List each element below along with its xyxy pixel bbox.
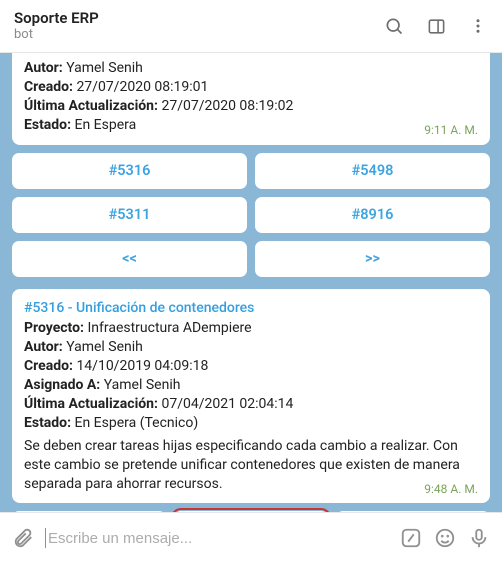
next-page-button[interactable]: >>: [255, 241, 490, 277]
quicklink-row: #5316 #5498 #5311 #8916: [12, 153, 490, 233]
chat-area: Autor: Yamel Senih Creado: 27/07/2020 08…: [0, 53, 502, 512]
message-time: 9:11 A. M.: [424, 122, 478, 138]
attach-icon[interactable]: [12, 527, 34, 549]
field-value: En Espera (Tecnico): [75, 415, 199, 431]
message-composer: [0, 512, 502, 563]
field-value: 07/04/2021 02:04:14: [161, 396, 293, 412]
message-card: Autor: Yamel Senih Creado: 27/07/2020 08…: [12, 53, 490, 145]
chat-title: Soporte ERP: [14, 9, 384, 27]
chat-title-block[interactable]: Soporte ERP bot: [14, 9, 384, 43]
field-value: En Espera: [75, 117, 137, 133]
field-label: Autor:: [24, 60, 63, 76]
field-value: Yamel Senih: [66, 339, 143, 355]
issue-link-button[interactable]: #5316: [12, 153, 247, 189]
issue-link-button[interactable]: #5498: [255, 153, 490, 189]
message-input[interactable]: [46, 529, 388, 548]
field-label: Autor:: [24, 339, 63, 355]
search-icon[interactable]: [384, 16, 404, 36]
message-card: #5316 - Unificación de contenedores Proy…: [12, 289, 490, 504]
bot-command-icon[interactable]: [400, 527, 422, 549]
field-value: 27/07/2020 08:19:01: [76, 79, 208, 95]
issue-description: Se deben crear tareas hijas especificand…: [24, 437, 478, 494]
field-value: Yamel Senih: [66, 60, 143, 76]
field-label: Creado:: [24, 358, 73, 374]
field-value: 27/07/2020 08:19:02: [161, 98, 293, 114]
prev-page-button[interactable]: <<: [12, 241, 247, 277]
sidebar-toggle-icon[interactable]: [426, 16, 446, 36]
emoji-icon[interactable]: [434, 527, 456, 549]
field-value: 14/10/2019 04:09:18: [76, 358, 208, 374]
field-value: Yamel Senih: [104, 377, 181, 393]
app-header: Soporte ERP bot: [0, 0, 502, 53]
field-label: Estado:: [24, 415, 71, 431]
issue-link-button[interactable]: #5311: [12, 197, 247, 233]
issue-link-button[interactable]: #8916: [255, 197, 490, 233]
message-time: 9:48 A. M.: [424, 481, 478, 497]
field-label: Estado:: [24, 117, 71, 133]
field-label: Última Actualización:: [24, 98, 158, 114]
issue-title-link[interactable]: #5316 - Unificación de contenedores: [24, 299, 478, 318]
field-label: Última Actualización:: [24, 396, 158, 412]
input-caret: [45, 528, 46, 548]
more-menu-icon[interactable]: [468, 16, 488, 36]
field-label: Creado:: [24, 79, 73, 95]
field-label: Proyecto:: [24, 320, 84, 336]
field-label: Asignado A:: [24, 377, 100, 393]
pagination-row: << >>: [12, 241, 490, 277]
field-value: Infraestructura ADempiere: [87, 320, 251, 336]
microphone-icon[interactable]: [468, 527, 490, 549]
chat-subtitle: bot: [14, 27, 384, 43]
